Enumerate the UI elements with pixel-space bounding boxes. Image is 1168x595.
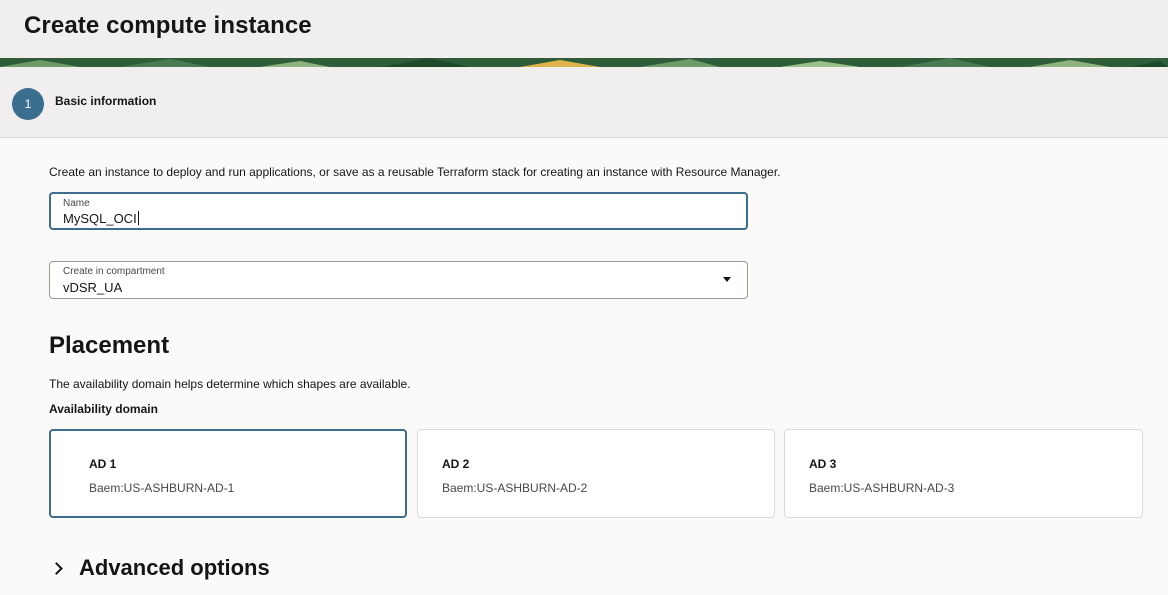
chevron-right-icon	[50, 561, 63, 575]
ad-card-value: Baem:US-ASHBURN-AD-3	[809, 481, 955, 495]
placement-title: Placement	[49, 332, 170, 359]
step-number-badge: 1	[12, 88, 44, 120]
compartment-label: Create in compartment	[63, 266, 165, 277]
form-content: Create an instance to deploy and run app…	[0, 138, 1168, 595]
decorative-banner	[0, 58, 1168, 67]
page-title: Create compute instance	[24, 12, 312, 39]
leaf-pattern-icon	[0, 58, 1168, 67]
chevron-down-icon[interactable]	[723, 277, 731, 282]
text-caret	[137, 211, 139, 225]
step-indicator: 1 Basic information	[0, 67, 1168, 138]
placement-description: The availability domain helps determine …	[49, 377, 411, 391]
name-input[interactable]: MySQL_OCI	[63, 211, 139, 226]
intro-text: Create an instance to deploy and run app…	[49, 165, 781, 179]
ad-card-value: Baem:US-ASHBURN-AD-2	[442, 481, 588, 495]
compartment-select[interactable]: Create in compartment vDSR_UA	[49, 261, 748, 299]
availability-domain-label: Availability domain	[49, 402, 158, 416]
name-field-label: Name	[63, 198, 90, 209]
ad-card-1[interactable]: AD 1 Baem:US-ASHBURN-AD-1	[49, 429, 407, 518]
name-input-value: MySQL_OCI	[63, 211, 137, 226]
ad-card-3[interactable]: AD 3 Baem:US-ASHBURN-AD-3	[784, 429, 1143, 518]
step-label[interactable]: Basic information	[55, 94, 156, 108]
name-field[interactable]: Name MySQL_OCI	[49, 192, 748, 230]
advanced-options-label: Advanced options	[79, 555, 270, 580]
ad-card-name: AD 3	[809, 457, 837, 471]
ad-card-value: Baem:US-ASHBURN-AD-1	[89, 481, 235, 495]
ad-card-2[interactable]: AD 2 Baem:US-ASHBURN-AD-2	[417, 429, 775, 518]
ad-card-name: AD 2	[442, 457, 470, 471]
page-header: Create compute instance	[0, 0, 1168, 58]
ad-card-name: AD 1	[89, 457, 117, 471]
advanced-options-toggle[interactable]: Advanced options	[50, 555, 270, 581]
compartment-value: vDSR_UA	[63, 280, 123, 295]
